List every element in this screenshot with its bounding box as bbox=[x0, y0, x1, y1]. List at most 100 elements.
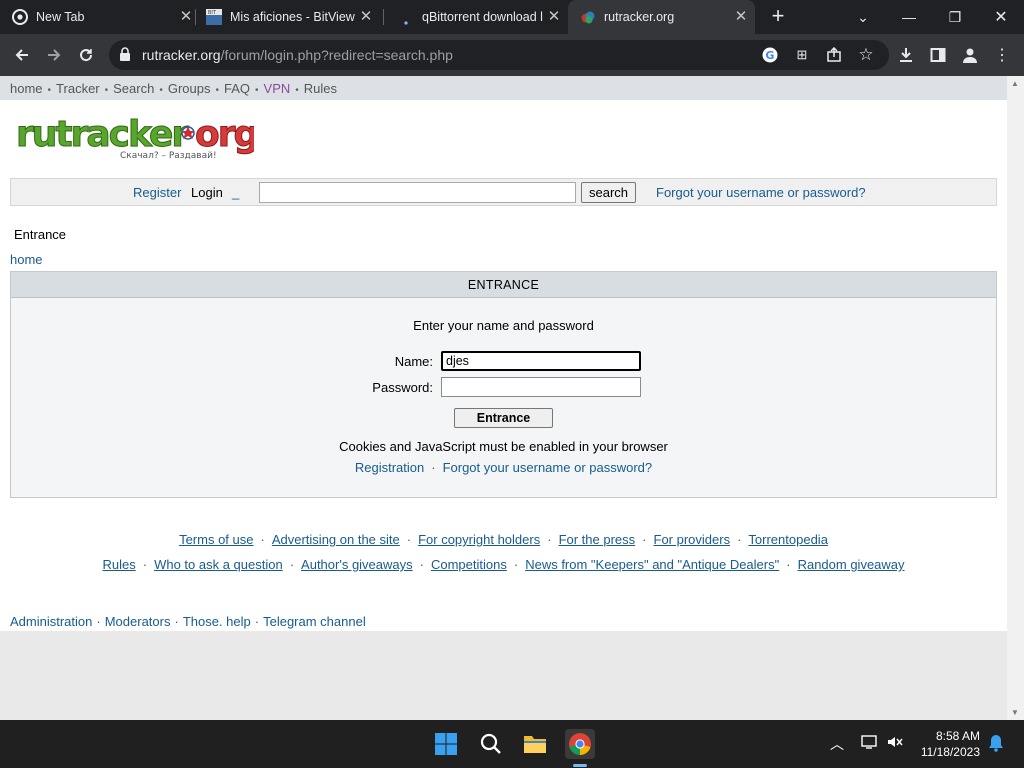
footer-link[interactable]: Torrentopedia bbox=[748, 532, 828, 547]
footer-link[interactable]: For copyright holders bbox=[418, 532, 540, 547]
rutracker-icon bbox=[580, 9, 596, 25]
loading-icon bbox=[398, 9, 414, 25]
translate-icon[interactable]: ⊞ bbox=[790, 43, 814, 67]
login-underscore: _ bbox=[232, 185, 240, 200]
windows-start-icon[interactable] bbox=[432, 730, 460, 758]
tab-title: rutracker.org bbox=[604, 10, 675, 24]
footer-link[interactable]: For providers bbox=[654, 532, 731, 547]
registration-link[interactable]: Registration bbox=[355, 460, 424, 475]
close-icon[interactable]: ✕ bbox=[178, 9, 194, 25]
bookmark-star-icon[interactable]: ☆ bbox=[854, 43, 878, 67]
restore-icon[interactable]: ❐ bbox=[932, 0, 978, 34]
register-link[interactable]: Register bbox=[133, 185, 181, 200]
back-icon[interactable] bbox=[10, 43, 34, 67]
cookies-notice: Cookies and JavaScript must be enabled i… bbox=[339, 439, 668, 454]
chrome-taskbar-icon[interactable] bbox=[565, 729, 595, 759]
close-icon[interactable]: ✕ bbox=[546, 9, 562, 25]
entrance-button[interactable]: Entrance bbox=[454, 408, 553, 428]
tab-bitview[interactable]: BIT Mis aficiones - BitView ✕ bbox=[200, 0, 380, 34]
name-label: Name: bbox=[394, 354, 433, 369]
footer-link[interactable]: Random giveaway bbox=[798, 557, 905, 572]
login-link[interactable]: Login bbox=[191, 185, 223, 200]
window-close-icon[interactable]: ✕ bbox=[978, 0, 1024, 34]
chrome-icon bbox=[12, 9, 28, 25]
footer-link[interactable]: Author's giveaways bbox=[301, 557, 413, 572]
username-field[interactable]: djes bbox=[441, 351, 641, 371]
footer-link[interactable]: Moderators bbox=[105, 614, 171, 629]
login-search-bar: Register Login _ search Forgot your user… bbox=[10, 178, 997, 206]
reload-icon[interactable] bbox=[74, 43, 98, 67]
top-navigation: home • Tracker • Search • Groups • FAQ • VPN • Rules bbox=[0, 76, 1007, 100]
search-input[interactable] bbox=[259, 182, 576, 203]
svg-text:G: G bbox=[765, 49, 774, 62]
clock-date: 11/18/2023 bbox=[920, 745, 980, 759]
tab-title: New Tab bbox=[36, 10, 85, 24]
lock-icon[interactable] bbox=[114, 43, 136, 65]
share-icon[interactable] bbox=[822, 43, 846, 67]
login-panel: ENTRANCE Enter your name and password Na… bbox=[10, 271, 997, 498]
nav-search[interactable]: Search bbox=[113, 81, 154, 96]
forgot-password-link[interactable]: Forgot your username or password? bbox=[443, 460, 653, 475]
url-text[interactable]: rutracker.org/forum/login.php?redirect=s… bbox=[142, 47, 453, 63]
footer-link[interactable]: News from "Keepers" and "Antique Dealers… bbox=[525, 557, 779, 572]
footer-row-1: Terms of use · Advertising on the site · For… bbox=[179, 532, 828, 547]
footer-link[interactable]: Those. help bbox=[183, 614, 251, 629]
search-button[interactable]: search bbox=[581, 182, 636, 203]
login-prompt: Enter your name and password bbox=[413, 318, 594, 333]
profile-icon[interactable] bbox=[958, 43, 982, 67]
close-icon[interactable]: ✕ bbox=[358, 9, 374, 25]
active-indicator bbox=[573, 764, 587, 767]
footer-row-2: Rules · Who to ask a question · Author's giv… bbox=[102, 557, 905, 572]
forward-icon[interactable] bbox=[42, 43, 66, 67]
nav-faq[interactable]: FAQ bbox=[224, 81, 250, 96]
tab-title: qBittorrent download l bbox=[422, 10, 543, 24]
nav-home[interactable]: home bbox=[10, 81, 43, 96]
password-field[interactable] bbox=[441, 377, 641, 397]
footer-link[interactable]: Telegram channel bbox=[263, 614, 366, 629]
file-explorer-icon[interactable] bbox=[521, 730, 549, 758]
menu-kebab-icon[interactable]: ⋮ bbox=[990, 43, 1014, 67]
password-label: Password: bbox=[372, 380, 433, 395]
system-clock[interactable]: 8:58 AM 11/18/2023 bbox=[921, 728, 980, 760]
svg-text:org: org bbox=[195, 114, 254, 155]
vertical-scrollbar[interactable]: ▲ ▼ bbox=[1007, 76, 1024, 720]
close-icon[interactable]: ✕ bbox=[733, 9, 749, 25]
breadcrumb-home-link[interactable]: home bbox=[10, 252, 43, 267]
footer-link[interactable]: Rules bbox=[102, 557, 135, 572]
nav-tracker[interactable]: Tracker bbox=[56, 81, 100, 96]
footer-link[interactable]: Who to ask a question bbox=[154, 557, 283, 572]
footer-link[interactable]: Administration bbox=[10, 614, 92, 629]
tab-qbittorrent[interactable]: qBittorrent download l ✕ bbox=[388, 0, 568, 34]
svg-text:Скачал? – Раздавай!: Скачал? – Раздавай! bbox=[120, 151, 217, 161]
tab-title: Mis aficiones - BitView bbox=[230, 10, 355, 24]
tab-rutracker[interactable]: rutracker.org ✕ bbox=[568, 0, 755, 34]
tab-new-tab[interactable]: New Tab ✕ bbox=[12, 0, 200, 34]
forgot-password-link[interactable]: Forgot your username or password? bbox=[656, 185, 866, 200]
show-hidden-icons-icon[interactable]: ︿ bbox=[830, 734, 844, 754]
google-icon[interactable]: G bbox=[758, 43, 782, 67]
tab-search-icon[interactable]: ⌄ bbox=[840, 0, 886, 34]
svg-text:rutracker: rutracker bbox=[16, 114, 189, 155]
panel-header: ENTRANCE bbox=[11, 272, 996, 298]
nav-vpn[interactable]: VPN bbox=[264, 81, 291, 96]
nav-groups[interactable]: Groups bbox=[168, 81, 211, 96]
new-tab-button[interactable]: + bbox=[766, 5, 790, 29]
panel-links: Registration · Forgot your username or pas… bbox=[354, 460, 653, 475]
footer-link[interactable]: Advertising on the site bbox=[272, 532, 400, 547]
network-icon[interactable] bbox=[861, 734, 879, 753]
svg-text:BIT: BIT bbox=[208, 10, 217, 16]
footer-link[interactable]: Terms of use bbox=[179, 532, 253, 547]
notification-bell-icon[interactable] bbox=[988, 734, 1004, 755]
nav-rules[interactable]: Rules bbox=[304, 81, 337, 96]
volume-muted-icon[interactable] bbox=[886, 734, 904, 753]
tab-strip: New Tab ✕ BIT Mis aficiones - BitView ✕ … bbox=[0, 0, 1024, 34]
site-logo[interactable]: rutracker org Скачал? – Раздавай! bbox=[14, 112, 260, 162]
windows-taskbar: ︿ 8:58 AM 11/18/2023 bbox=[0, 720, 1024, 768]
footer-row-3: Administration · Moderators · Those. help · Te… bbox=[10, 614, 366, 629]
side-panel-icon[interactable] bbox=[926, 43, 950, 67]
minimize-icon[interactable]: — bbox=[886, 0, 932, 34]
download-icon[interactable] bbox=[894, 43, 918, 67]
footer-link[interactable]: For the press bbox=[559, 532, 636, 547]
footer-link[interactable]: Competitions bbox=[431, 557, 507, 572]
search-icon[interactable] bbox=[477, 730, 505, 758]
